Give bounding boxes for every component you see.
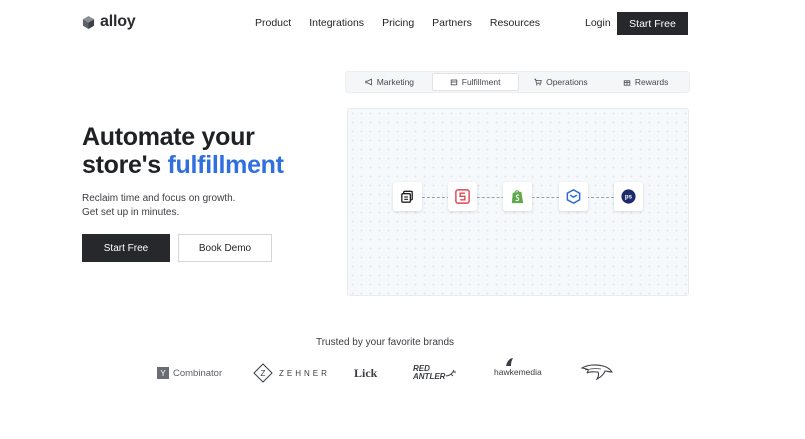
brand-logo-ycombinator: Y Combinator xyxy=(157,362,222,384)
zehner-text: ZEHNER xyxy=(279,368,330,378)
hero-subtitle: Reclaim time and focus on growth. Get se… xyxy=(82,192,235,220)
lick-text: Lick xyxy=(354,365,378,380)
flow-node-app[interactable] xyxy=(393,182,422,211)
nav-pricing[interactable]: Pricing xyxy=(382,17,414,29)
postscript-logo-icon: ps xyxy=(621,189,636,204)
flow-node-postscript[interactable]: ps xyxy=(614,182,643,211)
ycombinator-text: Combinator xyxy=(173,367,223,379)
megaphone-icon xyxy=(365,78,372,86)
red-antler-text: RED ANTLER xyxy=(413,365,445,381)
hawk-icon xyxy=(506,358,513,366)
book-demo-button[interactable]: Book Demo xyxy=(178,234,272,262)
brand-logo-lick: Lick xyxy=(354,362,377,384)
tab-operations[interactable]: Operations xyxy=(519,73,604,91)
hero-subtitle-line2: Get set up in minutes. xyxy=(82,207,180,218)
use-case-tabs: Marketing Fulfillment Operations Rewards xyxy=(345,71,690,93)
postscript-label: ps xyxy=(625,194,633,201)
hero-start-free-button[interactable]: Start Free xyxy=(82,234,170,262)
hero-title-accent: fulfillment xyxy=(167,151,284,179)
tab-label: Rewards xyxy=(634,77,669,87)
hawkemedia-text: hawkemedia xyxy=(494,367,542,377)
brand-logo-broncos xyxy=(581,362,613,384)
hero-title-line2-prefix: store's xyxy=(82,151,168,179)
login-link[interactable]: Login xyxy=(585,17,611,29)
brand-logo-hawkemedia: hawkemedia xyxy=(494,357,542,383)
hero-title-line1: Automate your xyxy=(82,123,255,151)
zehner-mark: Z xyxy=(261,369,266,378)
hero-title: Automate your store's fulfillment xyxy=(82,123,284,179)
bronco-horse-icon xyxy=(581,364,613,381)
alloy-cube-icon xyxy=(82,15,95,29)
logo-text: alloy xyxy=(100,13,136,30)
box-icon xyxy=(450,79,457,86)
nav-product[interactable]: Product xyxy=(255,17,291,29)
flow-node-shopify[interactable] xyxy=(503,182,532,211)
antler-icon xyxy=(446,369,457,377)
tab-rewards[interactable]: Rewards xyxy=(603,73,688,91)
brand-logo-zehner: Z ZEHNER xyxy=(253,362,330,384)
nav-start-free-button[interactable]: Start Free xyxy=(617,12,688,35)
nav-resources[interactable]: Resources xyxy=(490,17,540,29)
tab-label: Operations xyxy=(546,77,588,87)
tab-label: Marketing xyxy=(376,77,415,87)
gift-icon xyxy=(623,80,631,86)
app-window-icon xyxy=(401,190,413,203)
shipstation-logo-icon xyxy=(455,189,470,204)
flow-node-shipstation[interactable] xyxy=(448,182,477,211)
hero-subtitle-line1: Reclaim time and focus on growth. xyxy=(82,193,236,204)
ycombinator-mark: Y xyxy=(157,367,169,379)
zehner-diamond-icon: Z xyxy=(253,363,273,383)
tab-marketing[interactable]: Marketing xyxy=(347,73,432,91)
trusted-brands-heading: Trusted by your favorite brands xyxy=(315,337,455,348)
red-antler-line2: ANTLER xyxy=(413,372,446,381)
nav-partners[interactable]: Partners xyxy=(432,17,472,29)
shipbob-logo-icon xyxy=(566,189,581,204)
tab-label: Fulfillment xyxy=(461,77,501,87)
brand-logo-red-antler: RED ANTLER xyxy=(413,362,457,384)
tab-fulfillment[interactable]: Fulfillment xyxy=(431,73,519,91)
shopify-logo-icon xyxy=(511,190,524,204)
cart-icon xyxy=(534,78,542,86)
flow-node-shipbob[interactable] xyxy=(559,182,588,211)
nav-integrations[interactable]: Integrations xyxy=(309,17,364,29)
main-nav: Product Integrations Pricing Partners Re… xyxy=(255,17,558,29)
alloy-logo[interactable]: alloy xyxy=(82,13,136,31)
